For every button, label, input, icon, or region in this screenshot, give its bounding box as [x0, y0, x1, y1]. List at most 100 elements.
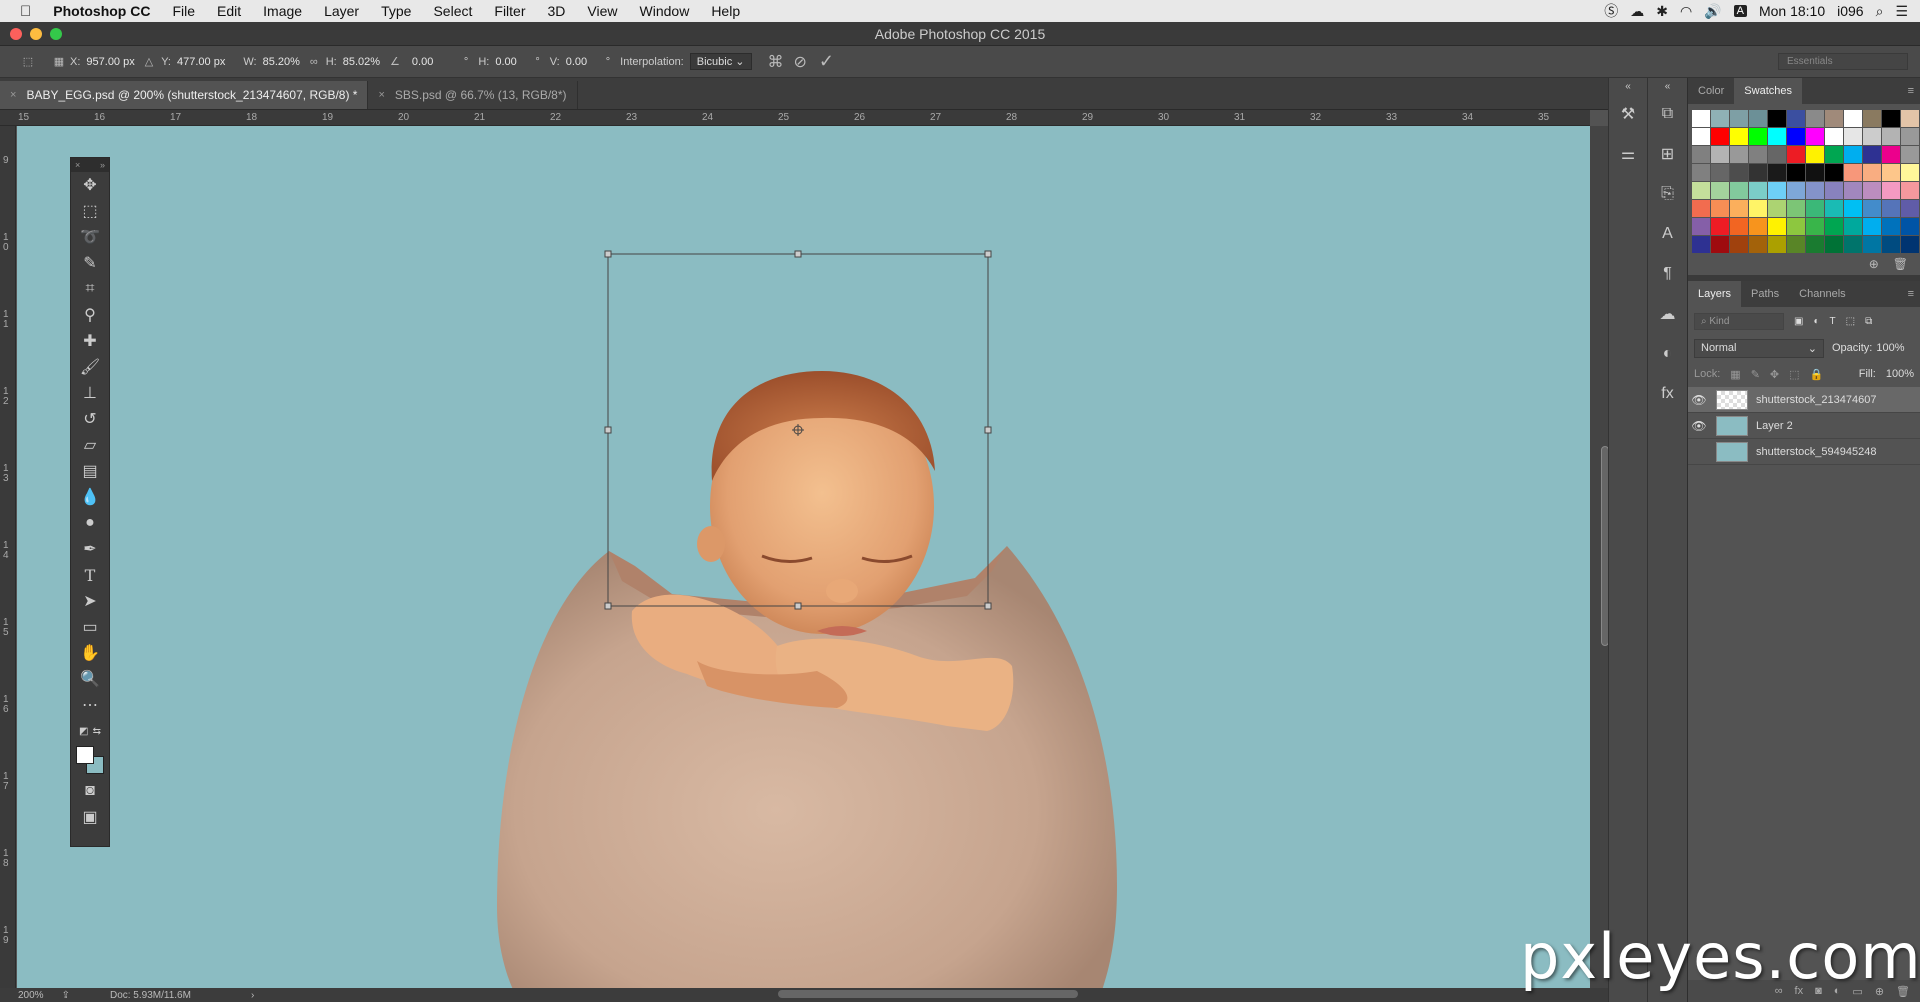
color-swatch[interactable]	[1787, 128, 1805, 145]
color-swatch[interactable]	[1882, 146, 1900, 163]
y-field[interactable]: Y: 477.00 px	[161, 56, 225, 68]
color-swatch[interactable]	[1863, 182, 1881, 199]
zoom-window-button[interactable]	[50, 28, 62, 40]
document-canvas[interactable]	[17, 126, 1590, 988]
color-swatches[interactable]	[71, 744, 109, 778]
color-swatch[interactable]	[1787, 200, 1805, 217]
color-swatch[interactable]	[1844, 236, 1862, 253]
tab-color[interactable]: Color	[1688, 78, 1734, 104]
color-swatch[interactable]	[1692, 236, 1710, 253]
hskew-field[interactable]: H: 0.00 °	[478, 56, 539, 68]
color-swatch[interactable]	[1806, 200, 1824, 217]
color-swatch[interactable]	[1730, 110, 1748, 127]
adjustments-panel-icon[interactable]: ◐	[1648, 334, 1687, 374]
menu-filter[interactable]: Filter	[483, 3, 536, 19]
character-icon[interactable]: A	[1648, 214, 1687, 254]
color-swatch[interactable]	[1768, 164, 1786, 181]
color-swatch[interactable]	[1825, 164, 1843, 181]
layer-thumbnail[interactable]	[1716, 441, 1748, 462]
w-field[interactable]: W: 85.20%	[243, 56, 300, 68]
layer-name[interactable]: shutterstock_213474607	[1756, 394, 1876, 406]
color-swatch[interactable]	[1863, 164, 1881, 181]
color-swatch[interactable]	[1806, 128, 1824, 145]
color-swatch[interactable]	[1730, 182, 1748, 199]
menu-select[interactable]: Select	[422, 3, 483, 19]
tab-layers[interactable]: Layers	[1688, 281, 1742, 307]
zoom-level[interactable]: 200%	[18, 990, 44, 1001]
lock-all-icon[interactable]: 🔒	[1810, 368, 1824, 381]
spotlight-icon[interactable]: ⌕	[1876, 3, 1884, 20]
color-swatch[interactable]	[1806, 110, 1824, 127]
color-swatch[interactable]	[1749, 218, 1767, 235]
color-swatch[interactable]	[1901, 218, 1919, 235]
color-swatch[interactable]	[1901, 146, 1919, 163]
color-swatch[interactable]	[1806, 236, 1824, 253]
brush-tool-icon[interactable]: 🖌	[71, 354, 109, 380]
color-swatch[interactable]	[1825, 182, 1843, 199]
eraser-tool-icon[interactable]: ▱	[71, 432, 109, 458]
x-field[interactable]: X: 957.00 px	[70, 56, 135, 68]
horizontal-ruler[interactable]: 15 16 17 18 19 20 21 22 23 24 25 26 27 28 29 30 31 32 33 34…	[0, 110, 1590, 126]
horizontal-scroll-thumb[interactable]	[778, 990, 1078, 998]
lock-position-icon[interactable]: ✥	[1770, 368, 1779, 381]
dodge-tool-icon[interactable]: ●	[71, 510, 109, 536]
opacity-value[interactable]: 100%	[1876, 342, 1904, 354]
color-swatch[interactable]	[1692, 182, 1710, 199]
color-swatch[interactable]	[1844, 182, 1862, 199]
lock-artboard-icon[interactable]: ⬚	[1789, 368, 1799, 381]
tab-channels[interactable]: Channels	[1789, 281, 1855, 307]
properties-icon[interactable]: ⊞	[1648, 134, 1687, 174]
minimize-window-button[interactable]	[30, 28, 42, 40]
hskew-value[interactable]: 0.00	[495, 56, 535, 68]
bluetooth-icon[interactable]: ✱	[1656, 3, 1668, 20]
x-value[interactable]: 957.00 px	[86, 56, 134, 68]
color-swatch[interactable]	[1711, 110, 1729, 127]
color-swatch[interactable]	[1730, 200, 1748, 217]
color-swatch[interactable]	[1768, 146, 1786, 163]
lock-transparent-icon[interactable]: ▦	[1730, 368, 1740, 381]
menu-type[interactable]: Type	[370, 3, 422, 19]
color-swatch[interactable]	[1692, 200, 1710, 217]
adjustments-icon[interactable]: ⚌	[1609, 134, 1647, 174]
marquee-tool-icon[interactable]: ⬚	[71, 198, 109, 224]
interpolation-select[interactable]: Bicubic ⌄	[689, 53, 752, 70]
layer-row[interactable]: shutterstock_594945248	[1688, 439, 1920, 465]
filter-smart-icon[interactable]: ⧉	[1865, 316, 1872, 327]
workspace-switcher[interactable]: Essentials	[1778, 53, 1908, 70]
color-swatch[interactable]	[1825, 200, 1843, 217]
vskew-value[interactable]: 0.00	[566, 56, 606, 68]
color-swatch[interactable]	[1787, 146, 1805, 163]
styles-icon[interactable]: fx	[1648, 374, 1687, 414]
color-swatch[interactable]	[1768, 218, 1786, 235]
filter-adjustment-icon[interactable]: ◐	[1813, 316, 1819, 327]
creative-cloud-icon[interactable]: ☁	[1630, 3, 1644, 20]
menu-3d[interactable]: 3D	[537, 3, 577, 19]
color-swatch[interactable]	[1825, 218, 1843, 235]
clock[interactable]: Mon 18:10	[1759, 3, 1825, 19]
history-brush-tool-icon[interactable]: ↺	[71, 406, 109, 432]
more-tools-icon[interactable]: ⋯	[71, 692, 109, 718]
status-menu-arrow[interactable]: ›	[251, 990, 254, 1001]
fill-value[interactable]: 100%	[1886, 368, 1914, 380]
color-swatch[interactable]	[1844, 218, 1862, 235]
color-swatch[interactable]	[1882, 128, 1900, 145]
color-swatch[interactable]	[1863, 218, 1881, 235]
color-swatch[interactable]	[1806, 182, 1824, 199]
color-swatch[interactable]	[1825, 128, 1843, 145]
zoom-tool-icon[interactable]: 🔍	[71, 666, 109, 692]
healing-brush-tool-icon[interactable]: ✚	[71, 328, 109, 354]
layer-thumbnail[interactable]	[1716, 415, 1748, 436]
menu-layer[interactable]: Layer	[313, 3, 370, 19]
type-tool-icon[interactable]: T	[71, 562, 109, 588]
color-swatch[interactable]	[1692, 146, 1710, 163]
user-name[interactable]: i096	[1837, 3, 1863, 19]
vertical-scrollbar[interactable]	[1590, 126, 1609, 988]
color-swatch[interactable]	[1787, 236, 1805, 253]
blend-mode-select[interactable]: Normal ⌄	[1694, 338, 1824, 358]
panel-menu-icon[interactable]: ≡	[1908, 288, 1914, 300]
gradient-tool-icon[interactable]: ▤	[71, 458, 109, 484]
color-swatch[interactable]	[1825, 110, 1843, 127]
quick-mask-icon[interactable]: ◙	[71, 778, 109, 804]
notification-center-icon[interactable]: ☰	[1895, 3, 1908, 20]
layer-thumbnail[interactable]	[1716, 389, 1748, 410]
